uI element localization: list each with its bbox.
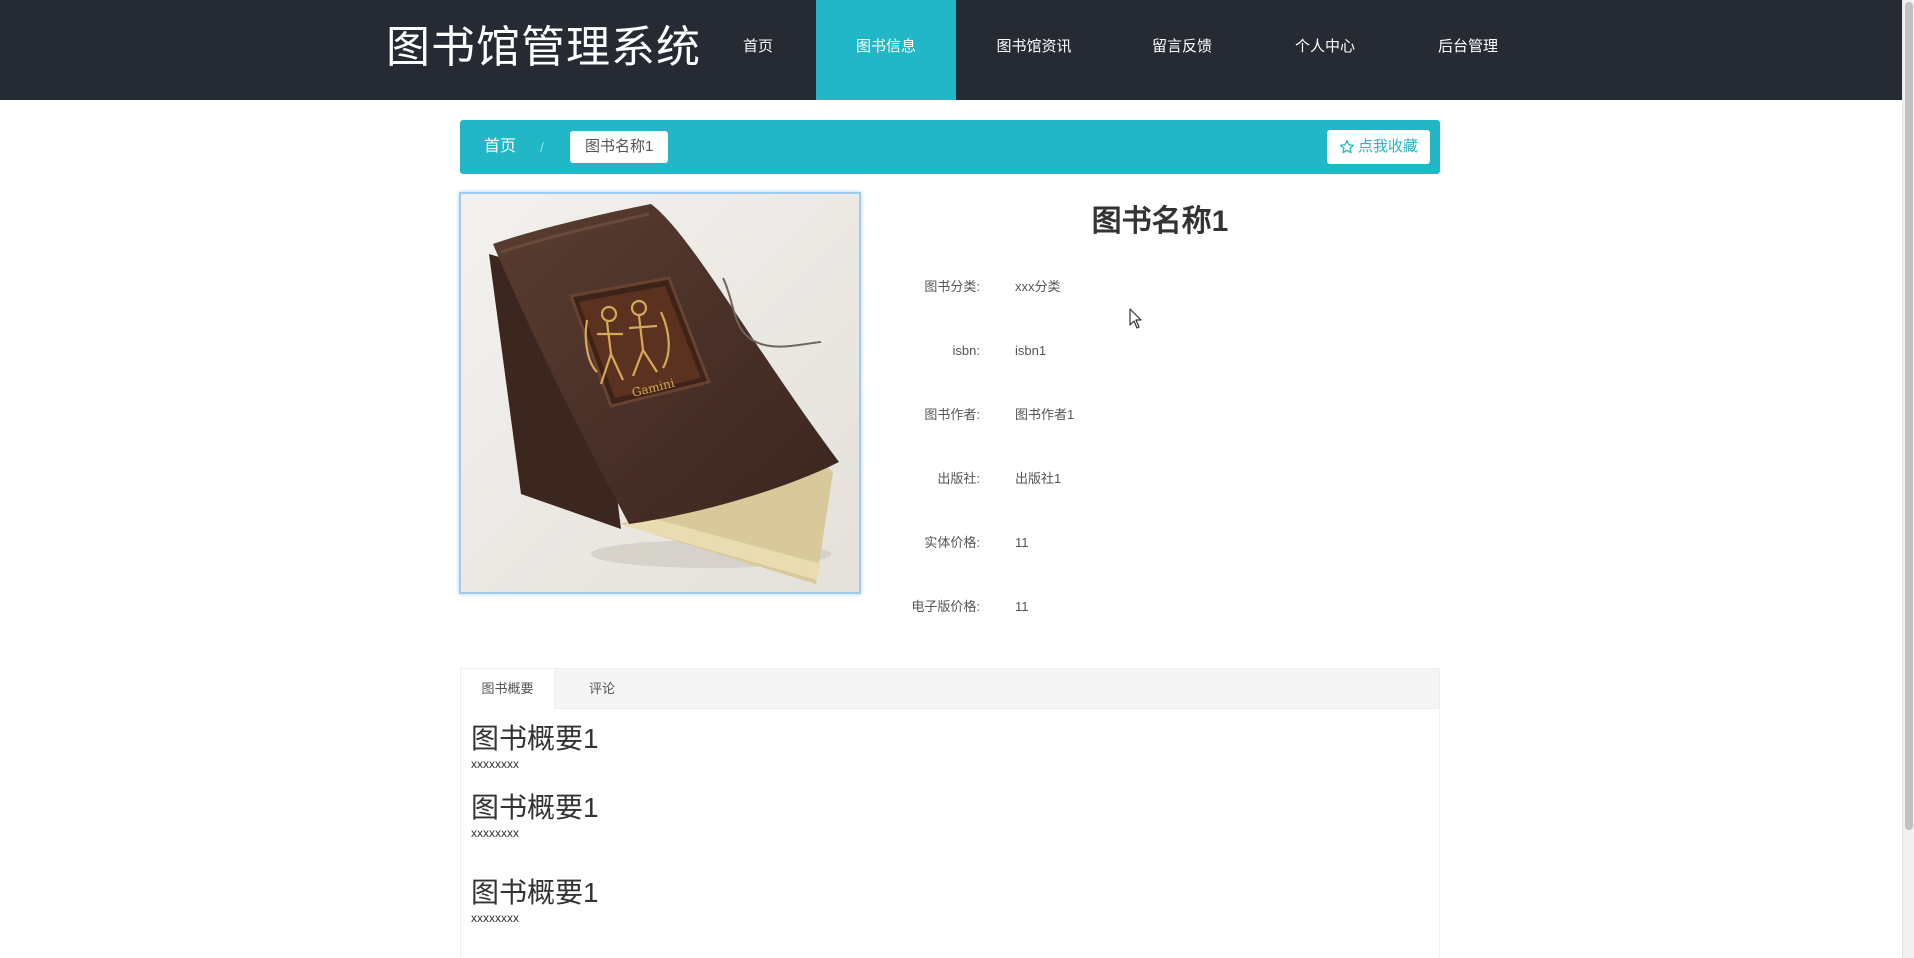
breadcrumb-current: 图书名称1 bbox=[570, 131, 669, 163]
detail-value: xxx分类 bbox=[1015, 279, 1061, 294]
detail-label: 图书作者: bbox=[924, 407, 980, 422]
nav-feedback[interactable]: 留言反馈 bbox=[1112, 0, 1252, 100]
breadcrumb: 首页 / 图书名称1 点我收藏 bbox=[460, 120, 1440, 174]
tab-summary[interactable]: 图书概要 bbox=[461, 669, 555, 710]
book-illustration: Gamini bbox=[461, 194, 859, 592]
detail-value: 出版社1 bbox=[1015, 471, 1062, 486]
detail-value: isbn1 bbox=[1015, 343, 1047, 358]
breadcrumb-home[interactable]: 首页 bbox=[484, 120, 516, 174]
mouse-cursor-icon bbox=[1129, 308, 1142, 329]
site-title[interactable]: 图书馆管理系统 bbox=[386, 20, 701, 76]
nav-admin[interactable]: 后台管理 bbox=[1398, 0, 1538, 100]
book-cover-image: Gamini bbox=[459, 192, 861, 594]
detail-value: 11 bbox=[1015, 599, 1029, 614]
favorite-button[interactable]: 点我收藏 bbox=[1326, 130, 1430, 164]
summary-heading: 图书概要1 bbox=[471, 723, 599, 754]
top-navbar: 图书馆管理系统 首页 图书信息 图书馆资讯 留言反馈 个人中心 后台管理 bbox=[0, 0, 1902, 100]
detail-value: 11 bbox=[1015, 535, 1029, 550]
detail-value: 图书作者1 bbox=[1015, 407, 1075, 422]
nav-book-info[interactable]: 图书信息 bbox=[816, 0, 956, 100]
tab-bar: 图书概要 评论 bbox=[461, 669, 1439, 710]
summary-text: xxxxxxxx bbox=[471, 911, 519, 925]
main-nav: 首页 图书信息 图书馆资讯 留言反馈 个人中心 后台管理 bbox=[700, 0, 1538, 100]
summary-text: xxxxxxxx bbox=[471, 826, 519, 840]
detail-ebook-price: 电子版价格: 11 bbox=[880, 595, 1440, 619]
detail-category: 图书分类: xxx分类 bbox=[880, 275, 1440, 299]
detail-label: 图书分类: bbox=[924, 279, 980, 294]
detail-label: 实体价格: bbox=[924, 535, 980, 550]
nav-personal-center[interactable]: 个人中心 bbox=[1252, 0, 1398, 100]
detail-isbn: isbn: isbn1 bbox=[880, 339, 1440, 363]
breadcrumb-separator: / bbox=[540, 139, 544, 155]
detail-label: 电子版价格: bbox=[911, 599, 980, 614]
nav-library-news[interactable]: 图书馆资讯 bbox=[956, 0, 1112, 100]
summary-heading: 图书概要1 bbox=[471, 877, 599, 908]
summary-text: xxxxxxxx bbox=[471, 757, 519, 771]
favorite-button-label: 点我收藏 bbox=[1357, 138, 1418, 155]
tab-comments[interactable]: 评论 bbox=[555, 669, 649, 710]
summary-heading: 图书概要1 bbox=[471, 792, 599, 823]
page-scrollbar[interactable] bbox=[1902, 0, 1914, 958]
book-title: 图书名称1 bbox=[1091, 205, 1229, 238]
detail-label: isbn: bbox=[952, 343, 980, 358]
book-tabs: 图书概要 评论 图书概要1 xxxxxxxx 图书概要1 xxxxxxxx 图书… bbox=[460, 668, 1440, 958]
star-outline-icon bbox=[1339, 140, 1354, 154]
nav-home[interactable]: 首页 bbox=[700, 0, 816, 100]
detail-publisher: 出版社: 出版社1 bbox=[880, 467, 1440, 491]
detail-author: 图书作者: 图书作者1 bbox=[880, 403, 1440, 427]
detail-label: 出版社: bbox=[937, 471, 980, 486]
scrollbar-thumb[interactable] bbox=[1905, 2, 1913, 830]
detail-print-price: 实体价格: 11 bbox=[880, 531, 1440, 555]
